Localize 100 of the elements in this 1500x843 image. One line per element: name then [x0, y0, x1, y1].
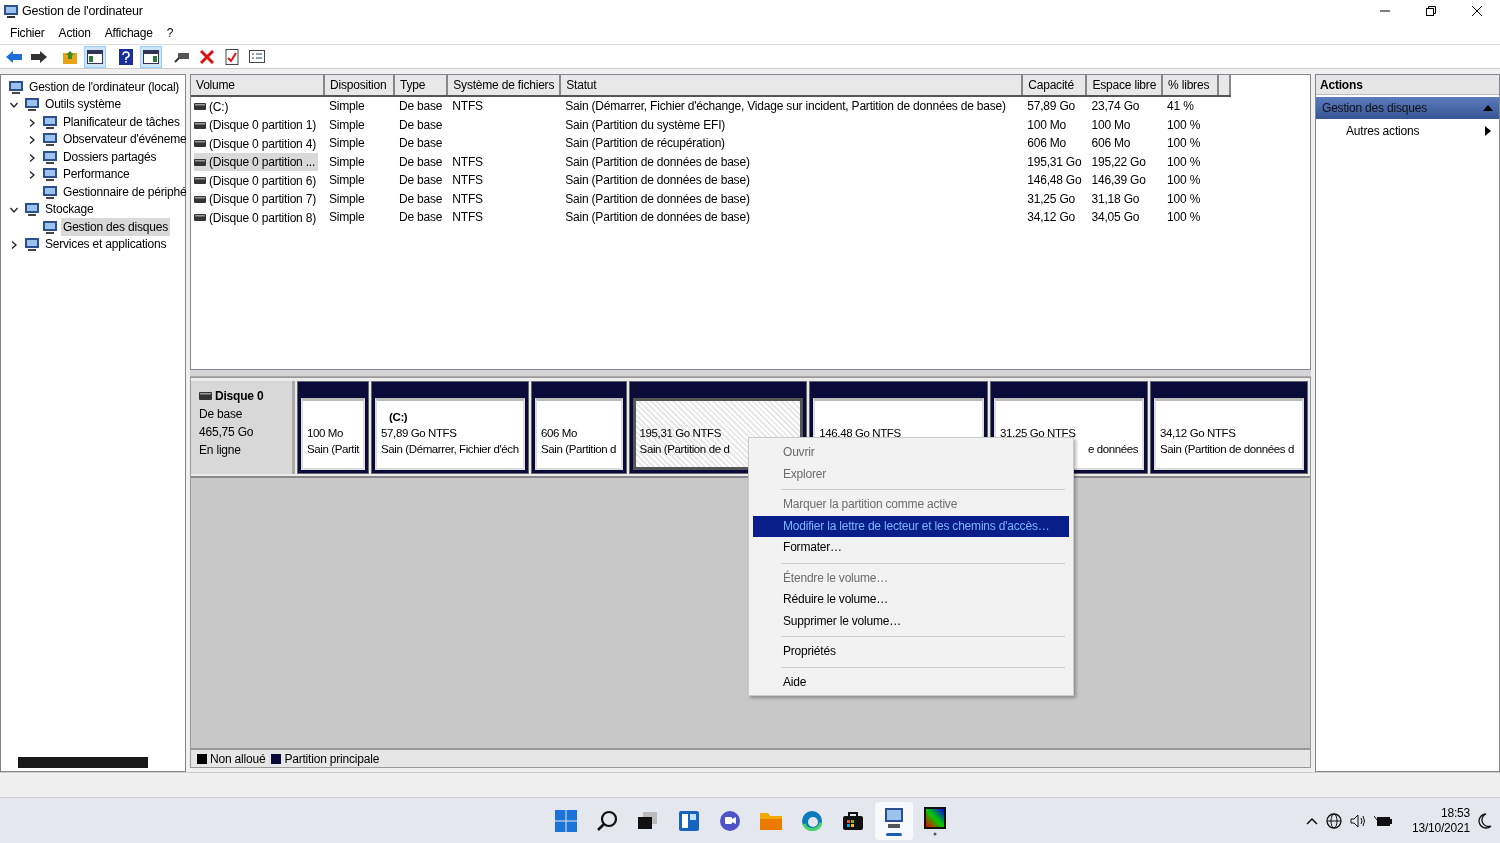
tree-item[interactable]: Gestion des disques: [61, 217, 170, 236]
column-header[interactable]: Système de fichiers: [447, 75, 561, 96]
partition-block[interactable]: 100 Mo Sain (Partit: [297, 381, 370, 474]
monitor-icon: [42, 218, 58, 235]
table-cell: 606 Mo: [1027, 136, 1067, 151]
partition-size: 195,31 Go NTFS: [639, 426, 722, 441]
table-row-label[interactable]: (Disque 0 partition 8): [194, 208, 319, 227]
menu-item[interactable]: ?: [159, 22, 181, 44]
menu-item[interactable]: Fichier: [3, 22, 52, 44]
tree-item[interactable]: Gestion de l'ordinateur (local): [27, 77, 182, 96]
drive-icon: [199, 392, 212, 400]
monitor-icon: [24, 201, 40, 218]
table-cell: Simple: [329, 99, 365, 114]
table-cell: 146,48 Go: [1027, 173, 1082, 188]
action-item[interactable]: Autres actions: [1316, 121, 1499, 141]
table-cell: Sain (Partition de données de base): [565, 191, 750, 206]
drive-icon: [194, 177, 206, 184]
drive-icon: [194, 158, 206, 166]
column-header[interactable]: Disposition: [324, 75, 394, 96]
moon-icon[interactable]: [1478, 813, 1492, 829]
partition-status: Sain (Partit: [307, 442, 360, 457]
console-tree-icon[interactable]: [84, 45, 106, 68]
table-cell: NTFS: [452, 191, 483, 206]
column-header[interactable]: Espace libre: [1086, 75, 1163, 96]
table-cell: De base: [399, 99, 443, 114]
chevron-right-icon[interactable]: [28, 118, 36, 127]
monitor-icon: [42, 166, 58, 183]
column-header[interactable]: % libres: [1162, 75, 1219, 96]
table-cell: Simple: [329, 173, 365, 188]
table-cell: Simple: [329, 154, 365, 169]
chevron-right-icon[interactable]: [10, 241, 18, 250]
chevron-down-icon[interactable]: [10, 101, 18, 110]
partition-status: Sain (Partition d: [541, 442, 617, 457]
table-cell: De base: [399, 191, 443, 206]
table-cell: 100 Mo: [1027, 117, 1067, 132]
tree-item[interactable]: Observateur d'événeme: [61, 130, 189, 149]
chevron-down-icon[interactable]: [10, 206, 18, 215]
monitor-icon: [42, 148, 58, 165]
tree-item[interactable]: Stockage: [43, 200, 96, 219]
action-pane-icon[interactable]: [140, 45, 162, 68]
menu-item[interactable]: Action: [51, 22, 98, 44]
monitor-icon: [8, 78, 24, 95]
partition-size: 606 Mo: [541, 426, 578, 441]
clock-date[interactable]: 13/10/2021: [1411, 821, 1470, 836]
chevron-right-icon[interactable]: [28, 136, 36, 145]
table-row-label[interactable]: (Disque 0 partition 4): [194, 134, 319, 153]
menu-item[interactable]: Aide: [753, 671, 1069, 693]
partition-block[interactable]: (C:) 57,89 Go NTFS Sain (Démarrer, Fichier d'éch: [371, 381, 530, 474]
disk-info: 465,75 Go: [199, 424, 255, 441]
battery-icon[interactable]: [1373, 814, 1392, 828]
disk-info: De base: [199, 406, 244, 423]
menu-item[interactable]: Supprimer le volume…: [753, 610, 1069, 632]
partition-block[interactable]: 34,12 Go NTFS Sain (Partition de données d: [1150, 381, 1308, 474]
chevron-right-icon[interactable]: [28, 153, 36, 162]
tree-item[interactable]: Dossiers partagés: [61, 147, 159, 166]
scrollbar[interactable]: [18, 757, 148, 768]
tree-item[interactable]: Outils système: [43, 95, 123, 114]
restore-icon[interactable]: [1426, 6, 1436, 16]
table-cell: 146,39 Go: [1091, 173, 1146, 188]
table-cell: 31,18 Go: [1091, 191, 1140, 206]
partition-size: 31,25 Go NTFS: [1000, 426, 1077, 441]
menu-item[interactable]: Affichage: [97, 22, 160, 44]
table-cell: Simple: [329, 210, 365, 225]
table-row-label[interactable]: (C:): [194, 97, 232, 116]
column-header[interactable]: Capacité: [1022, 75, 1087, 96]
table-cell: 34,12 Go: [1027, 210, 1075, 225]
monitor-icon: [24, 96, 40, 113]
column-header[interactable]: Volume: [191, 75, 324, 96]
table-row-label[interactable]: (Disque 0 partition 6): [194, 171, 319, 190]
table-cell: 100 %: [1167, 191, 1201, 206]
table-cell: De base: [399, 117, 443, 132]
table-cell: 23,74 Go: [1091, 99, 1140, 114]
table-cell: Sain (Partition de récupération): [565, 136, 725, 151]
partition-block[interactable]: 606 Mo Sain (Partition d: [531, 381, 627, 474]
column-header[interactable]: Statut: [560, 75, 1023, 96]
menu-item[interactable]: Formater…: [753, 537, 1069, 559]
triangle-up-icon[interactable]: [1483, 105, 1493, 111]
chevron-up-icon[interactable]: [1305, 817, 1318, 825]
clock-time[interactable]: 18:53: [1440, 806, 1470, 821]
menu-item[interactable]: Réduire le volume…: [753, 589, 1069, 611]
table-row-label[interactable]: (Disque 0 partition ...: [194, 153, 319, 171]
close-icon[interactable]: [1472, 6, 1482, 16]
tree-item[interactable]: Performance: [61, 165, 132, 184]
speaker-icon[interactable]: [1349, 814, 1366, 828]
table-row-label[interactable]: (Disque 0 partition 1): [194, 116, 319, 134]
table-row-label[interactable]: (Disque 0 partition 7): [194, 190, 319, 208]
tree-item[interactable]: Gestionnaire de périphé: [61, 182, 189, 201]
column-header[interactable]: Type: [394, 75, 448, 96]
table-cell: NTFS: [452, 99, 483, 114]
legend-label: Partition principale: [284, 750, 380, 768]
tree-item[interactable]: Planificateur de tâches: [61, 112, 182, 131]
globe-icon[interactable]: [1325, 813, 1342, 829]
computer-management-icon[interactable]: [874, 801, 913, 840]
triangle-right-icon[interactable]: [1485, 126, 1491, 136]
chevron-right-icon[interactable]: [28, 171, 36, 180]
monitor-icon: [24, 236, 40, 253]
menu-item[interactable]: Propriétés: [753, 641, 1069, 663]
table-cell: NTFS: [452, 154, 483, 169]
tree-item[interactable]: Services et applications: [43, 235, 169, 254]
disk-info: En ligne: [199, 442, 242, 459]
